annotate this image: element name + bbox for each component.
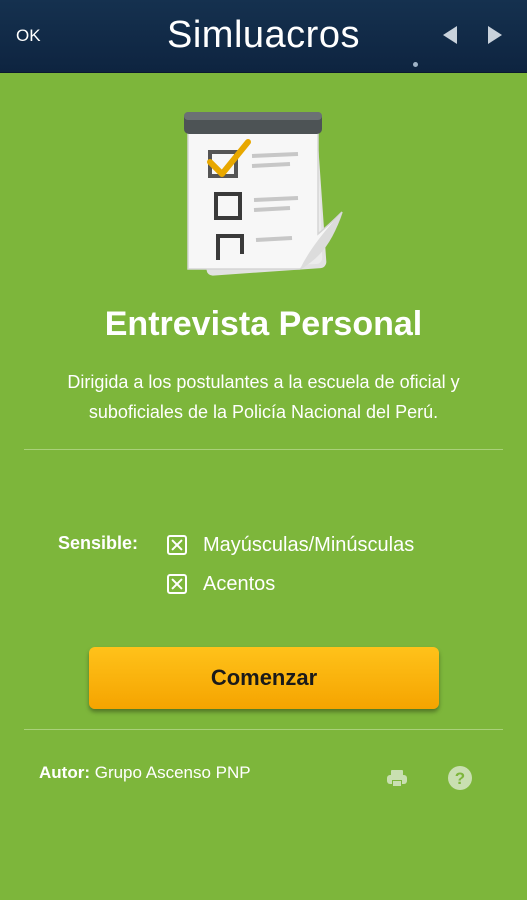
checklist-notepad-icon (184, 112, 343, 276)
page-indicator-dot (413, 62, 418, 67)
case-sensitive-option[interactable]: Mayúsculas/Minúsculas (167, 533, 414, 557)
svg-text:?: ? (455, 769, 465, 788)
accents-option[interactable]: Acentos (167, 572, 275, 596)
option-label: Mayúsculas/Minúsculas (203, 533, 415, 556)
top-bar: OK Simluacros (0, 0, 527, 73)
checkbox-checked-icon[interactable] (167, 574, 187, 594)
page-heading: Entrevista Personal (104, 305, 423, 343)
divider (24, 729, 503, 730)
chevron-left-icon[interactable] (443, 26, 457, 44)
sensible-label: Sensible: (58, 533, 139, 553)
print-icon[interactable] (384, 765, 410, 791)
help-icon[interactable]: ? (447, 765, 473, 791)
author-info: Autor: Grupo Ascenso PNP (39, 763, 251, 783)
description-text: Dirigida a los postulantes a la escuela … (67, 372, 460, 422)
chevron-right-icon[interactable] (488, 26, 502, 44)
author-value: Grupo Ascenso PNP (94, 763, 251, 782)
checkbox-checked-icon[interactable] (167, 535, 187, 555)
option-label: Acentos (203, 572, 276, 595)
divider (24, 449, 503, 450)
author-key: Autor: (39, 763, 90, 782)
start-button[interactable]: Comenzar (89, 647, 439, 709)
